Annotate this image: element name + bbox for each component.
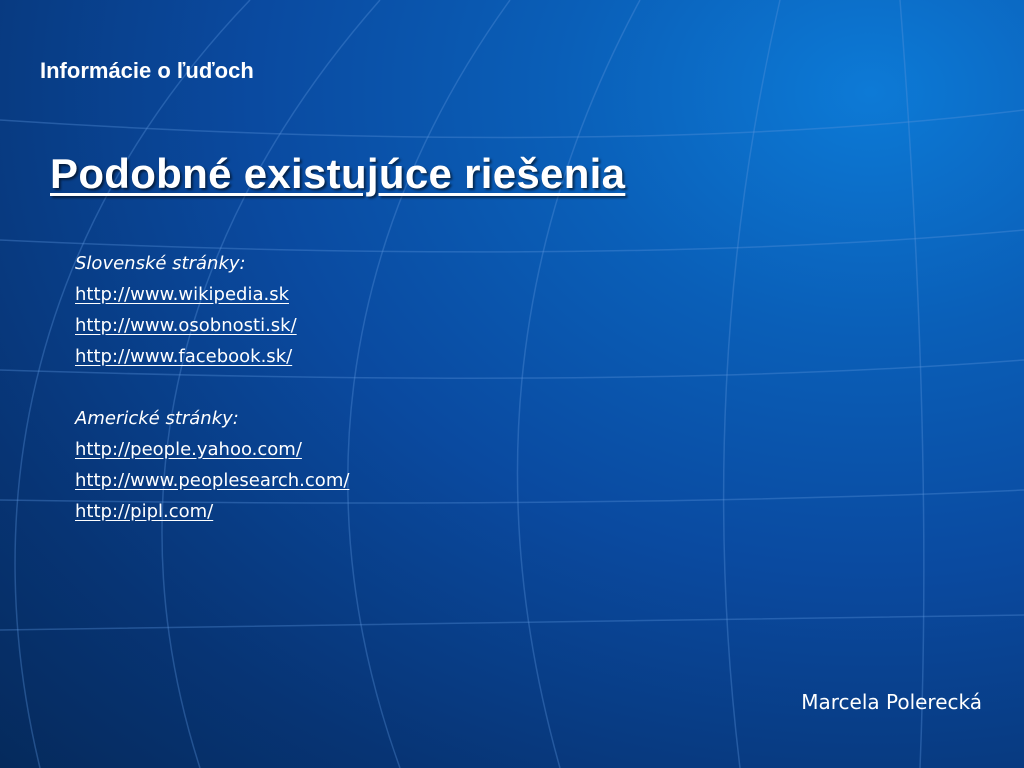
link-facebook[interactable]: http://www.facebook.sk/ [75, 341, 292, 372]
link-wikipedia[interactable]: http://www.wikipedia.sk [75, 279, 289, 310]
link-osobnosti[interactable]: http://www.osobnosti.sk/ [75, 310, 297, 341]
link-people-yahoo[interactable]: http://people.yahoo.com/ [75, 434, 302, 465]
author-name: Marcela Polerecká [801, 690, 982, 714]
link-pipl[interactable]: http://pipl.com/ [75, 496, 213, 527]
section-heading-slovak: Slovenské stránky: [75, 253, 246, 274]
slide-title: Podobné existujúce riešenia [50, 150, 626, 197]
link-peoplesearch[interactable]: http://www.peoplesearch.com/ [75, 465, 349, 496]
presentation-slide: Informácie o ľuďoch Podobné existujúce r… [0, 0, 1024, 768]
header-text: Informácie o ľuďoch [40, 58, 254, 83]
section-heading-american: Americké stránky: [75, 408, 239, 429]
content-list: Slovenské stránky: http://www.wikipedia.… [75, 248, 349, 527]
